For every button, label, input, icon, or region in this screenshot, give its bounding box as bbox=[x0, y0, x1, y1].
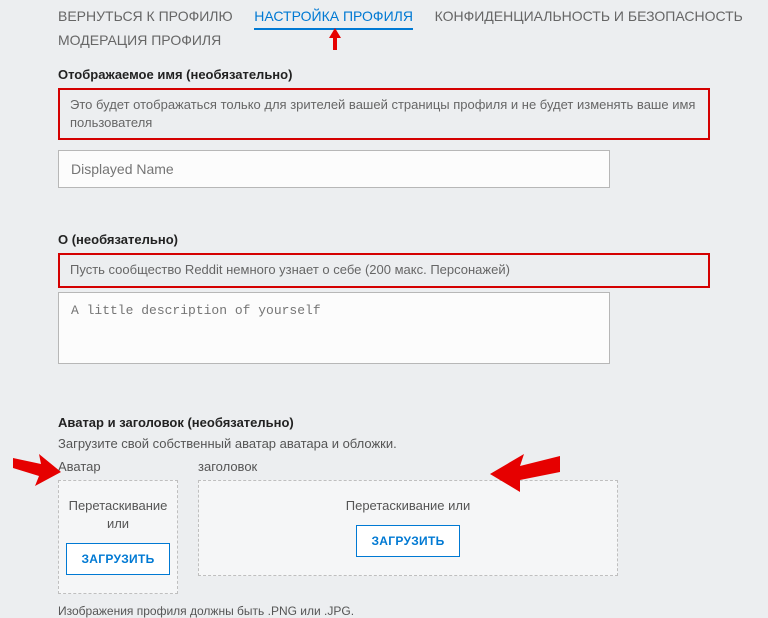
avatar-header-title: Аватар и заголовок (необязательно) bbox=[58, 415, 710, 430]
about-textarea[interactable] bbox=[58, 292, 610, 364]
avatar-drag-text: Перетаскивание или bbox=[63, 497, 173, 533]
avatar-header-subtitle: Загрузите свой собственный аватар аватар… bbox=[58, 436, 710, 451]
tab-profile-settings[interactable]: НАСТРОЙКА ПРОФИЛЯ bbox=[254, 6, 413, 30]
about-hint: Пусть сообщество Reddit немного узнает о… bbox=[58, 253, 710, 287]
header-upload-dropzone[interactable]: Перетаскивание или ЗАГРУЗИТЬ bbox=[198, 480, 618, 576]
tab-profile-moderation[interactable]: МОДЕРАЦИЯ ПРОФИЛЯ bbox=[58, 30, 221, 51]
avatar-upload-button[interactable]: ЗАГРУЗИТЬ bbox=[66, 543, 169, 575]
tab-privacy-security[interactable]: КОНФИДЕНЦИАЛЬНОСТЬ И БЕЗОПАСНОСТЬ bbox=[435, 6, 743, 27]
avatar-column-label: Аватар bbox=[58, 459, 178, 474]
display-name-label: Отображаемое имя (необязательно) bbox=[58, 67, 710, 82]
display-name-hint: Это будет отображаться только для зрител… bbox=[58, 88, 710, 140]
settings-tabs: ВЕРНУТЬСЯ К ПРОФИЛЮ НАСТРОЙКА ПРОФИЛЯ КО… bbox=[0, 0, 768, 51]
tab-return-to-profile[interactable]: ВЕРНУТЬСЯ К ПРОФИЛЮ bbox=[58, 6, 233, 27]
header-column-label: заголовок bbox=[198, 459, 618, 474]
header-drag-text: Перетаскивание или bbox=[203, 497, 613, 515]
display-name-input[interactable] bbox=[58, 150, 610, 188]
avatar-upload-dropzone[interactable]: Перетаскивание или ЗАГРУЗИТЬ bbox=[58, 480, 178, 594]
image-format-footnote: Изображения профиля должны быть .PNG или… bbox=[58, 604, 710, 618]
header-upload-button[interactable]: ЗАГРУЗИТЬ bbox=[356, 525, 459, 557]
about-label: О (необязательно) bbox=[58, 232, 710, 247]
